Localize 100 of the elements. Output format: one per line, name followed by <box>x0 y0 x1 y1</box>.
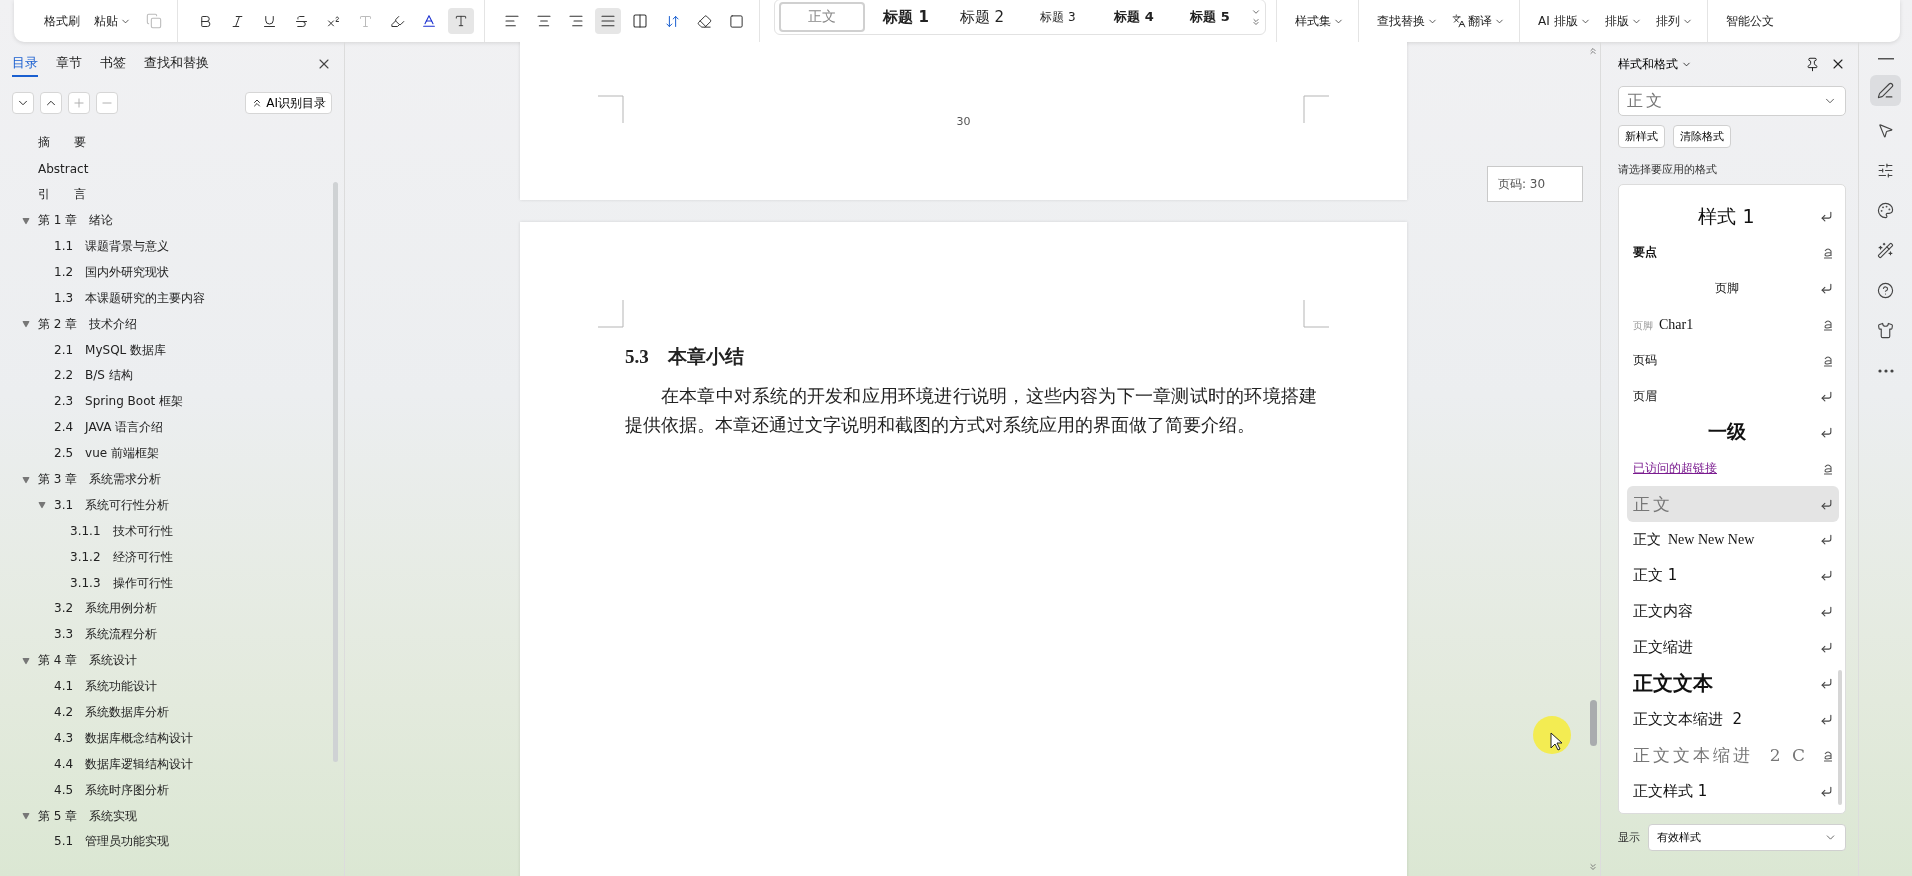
crop-mark-icon <box>598 300 624 328</box>
pen-button[interactable] <box>1870 75 1901 106</box>
style-list-item[interactable]: 正文 1 <box>1627 557 1839 594</box>
show-dropdown[interactable]: 有效样式 <box>1648 824 1846 851</box>
italic-icon <box>229 13 245 29</box>
crop-mark-icon <box>598 95 624 123</box>
panel-button[interactable]: 清除格式 <box>1673 125 1731 148</box>
collapse-caret-icon[interactable] <box>22 812 30 821</box>
list-caption: 请选择要应用的格式 <box>1618 162 1718 177</box>
outline-item[interactable]: 第 1 章 绪论 <box>38 212 114 230</box>
outline-item[interactable]: 2.1 MySQL 数据库 <box>54 341 167 359</box>
toolbar-button[interactable]: 粘贴 <box>90 8 135 34</box>
outline-item[interactable]: 第 4 章 系统设计 <box>38 652 138 670</box>
pin-icon <box>1805 56 1820 72</box>
collapse-caret-icon[interactable] <box>38 501 46 510</box>
show-label: 显示 <box>1618 830 1640 845</box>
outline-item[interactable]: 2.5 vue 前端框架 <box>54 445 159 463</box>
outline-item[interactable]: 3.2 系统用例分析 <box>54 600 158 618</box>
crop-mark-icon <box>1303 95 1329 123</box>
nav-tab[interactable]: 书签 <box>100 51 126 77</box>
scrollbar[interactable] <box>1838 670 1842 805</box>
outline-item[interactable]: 3.1.2 经济可行性 <box>70 548 173 566</box>
highlighter-icon <box>389 13 405 29</box>
toolbar-button[interactable]: AI 排版 <box>1534 8 1595 34</box>
gallery-expand-icon[interactable] <box>1251 17 1261 27</box>
outline-item[interactable]: 2.2 B/S 结构 <box>54 367 133 385</box>
style-list-item[interactable]: 页眉 <box>1627 378 1839 415</box>
outline-item[interactable]: 引 言 <box>38 186 86 204</box>
page-tooltip: 页码: 30 <box>1487 166 1583 202</box>
toolbar-button[interactable]: 格式刷 <box>40 8 84 34</box>
nav-tab[interactable]: 章节 <box>56 51 82 77</box>
collapse-caret-icon[interactable] <box>22 475 30 484</box>
outline-item[interactable]: 5.1 管理员功能实现 <box>54 833 170 851</box>
style-list-item[interactable]: 要点 <box>1627 234 1839 271</box>
toolbar-button[interactable]: 翻译 <box>1448 8 1509 34</box>
outline-item[interactable]: 4.2 系统数据库分析 <box>54 704 170 722</box>
style-list-item[interactable]: 一级 <box>1627 414 1839 451</box>
current-style-dropdown[interactable]: 正文 <box>1618 86 1846 116</box>
nav-tab[interactable]: 目录 <box>12 51 38 77</box>
ai-toc-button[interactable]: AI识别目录 <box>245 92 332 114</box>
outline-item[interactable]: Abstract <box>38 161 89 176</box>
style-list-item[interactable]: 页脚 <box>1627 270 1839 307</box>
outline-item[interactable]: 2.4 JAVA 语言介绍 <box>54 419 164 437</box>
outline-item[interactable]: 3.1.3 操作可行性 <box>70 574 173 592</box>
style-preset[interactable]: 正文 <box>779 2 865 32</box>
font-color-icon <box>421 13 437 29</box>
outline-item[interactable]: 3.1.1 技术可行性 <box>70 522 173 540</box>
panel-button[interactable]: 新样式 <box>1618 125 1665 148</box>
outline-item[interactable]: 1.1 课题背景与意义 <box>54 238 170 255</box>
style-list-item[interactable]: 正文文本缩进 2 C <box>1627 737 1839 774</box>
align-left-icon <box>504 13 520 29</box>
scrollbar[interactable] <box>1590 700 1597 746</box>
page-number: 30 <box>955 115 972 128</box>
toolbar-button[interactable]: 查找替换 <box>1373 8 1442 34</box>
toolbar-button[interactable]: 样式集 <box>1291 8 1348 34</box>
style-list-item[interactable]: 正文样式 1 <box>1627 773 1839 810</box>
character-shading-icon <box>454 14 468 28</box>
more-icon <box>1877 368 1894 373</box>
magic-wand-icon <box>1877 242 1894 259</box>
align-justify-icon <box>600 13 616 29</box>
style-list-item[interactable]: 已访问的超链接 <box>1627 450 1839 487</box>
style-list-item[interactable]: 正文内容 <box>1627 593 1839 630</box>
outline-item[interactable]: 第 2 章 技术介绍 <box>38 315 138 333</box>
outline-item[interactable]: 2.3 Spring Boot 框架 <box>54 393 184 411</box>
outline-item[interactable]: 摘 要 <box>38 134 86 152</box>
outline-item[interactable]: 第 5 章 系统实现 <box>38 807 138 825</box>
outline-item[interactable]: 1.2 国内外研究现状 <box>54 263 170 281</box>
scrollbar[interactable] <box>333 182 338 762</box>
style-list-item[interactable]: 页脚 Char1 <box>1627 306 1839 343</box>
toolbar-button[interactable]: 智能公文 <box>1721 8 1778 34</box>
outline-item[interactable]: 4.3 数据库概念结构设计 <box>54 729 194 747</box>
outline-item[interactable]: 4.5 系统时序图分析 <box>54 781 170 799</box>
style-list-item[interactable]: 页码 <box>1627 342 1839 379</box>
outline-item[interactable]: 3.3 系统流程分析 <box>54 626 158 644</box>
collapse-caret-icon[interactable] <box>22 320 30 329</box>
gallery-down-icon[interactable] <box>1251 7 1261 17</box>
character-shading-button[interactable] <box>448 8 474 34</box>
toolbar-button[interactable]: 排列 <box>1651 8 1697 34</box>
outline-item[interactable]: 4.1 系统功能设计 <box>54 678 158 696</box>
border-icon <box>728 13 744 29</box>
style-list-item[interactable]: 正文文本缩进 2 <box>1627 701 1839 738</box>
style-list-item[interactable]: 正文 <box>1627 486 1839 522</box>
minimize-icon[interactable] <box>1877 58 1894 60</box>
align-justify-button[interactable] <box>595 8 621 34</box>
style-list-item[interactable]: 正文文本 <box>1627 665 1839 702</box>
panel-title[interactable]: 样式和格式 <box>1618 55 1692 73</box>
nav-tab[interactable]: 查找和替换 <box>144 51 209 77</box>
collapse-caret-icon[interactable] <box>22 216 30 225</box>
align-distribute-icon <box>632 13 648 29</box>
superscript-icon <box>325 13 341 29</box>
style-list-item[interactable]: 正文缩进 <box>1627 629 1839 666</box>
style-list-item[interactable]: 正文 New New New <box>1627 522 1839 558</box>
style-list-item[interactable]: 样式 1 <box>1627 199 1839 235</box>
scroll-up-icon[interactable] <box>1588 46 1598 56</box>
toolbar-button[interactable]: 排版 <box>1600 8 1646 34</box>
outline-item[interactable]: 4.4 数据库逻辑结构设计 <box>54 755 194 773</box>
outline-item[interactable]: 第 3 章 系统需求分析 <box>38 471 162 488</box>
outline-item[interactable]: 3.1 系统可行性分析 <box>54 496 170 514</box>
outline-item[interactable]: 1.3 本课题研究的主要内容 <box>54 289 206 307</box>
collapse-caret-icon[interactable] <box>22 656 30 665</box>
